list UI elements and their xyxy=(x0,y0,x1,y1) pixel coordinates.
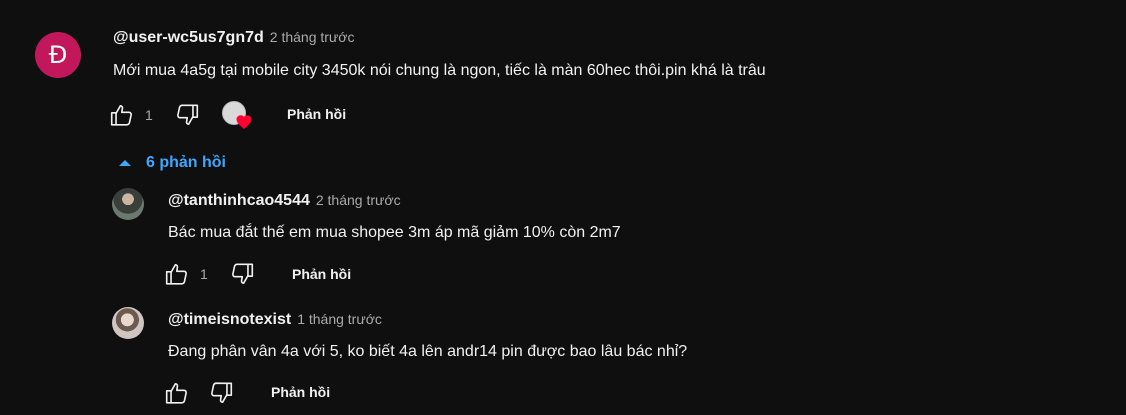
thumbs-up-icon xyxy=(165,382,187,404)
dislike-button[interactable] xyxy=(208,380,234,406)
author-avatar[interactable]: Đ xyxy=(35,32,81,78)
reply-timestamp[interactable]: 2 tháng trước xyxy=(316,192,401,208)
reply-text: Đang phân vân 4a với 5, ko biết 4a lên a… xyxy=(168,343,688,360)
comment-text: Mới mua 4a5g tại mobile city 3450k nói c… xyxy=(113,62,766,79)
heart-icon xyxy=(236,115,252,130)
like-count: 1 xyxy=(145,107,153,123)
caret-up-icon xyxy=(119,160,131,166)
thumbs-down-icon xyxy=(177,104,199,126)
reply-author[interactable]: @timeisnotexist xyxy=(168,311,291,329)
replies-toggle-label: 6 phản hồi xyxy=(146,154,226,171)
like-count: 1 xyxy=(200,266,208,282)
comment-timestamp[interactable]: 2 tháng trước xyxy=(270,29,355,45)
comment-header: @user-wc5us7gn7d 2 tháng trước xyxy=(113,29,354,47)
like-button[interactable] xyxy=(109,102,135,128)
reply-text: Bác mua đắt thế em mua shopee 3m áp mã g… xyxy=(168,224,621,241)
reply-button[interactable]: Phản hồi xyxy=(271,384,330,400)
creator-heart-badge xyxy=(222,101,254,131)
thumbs-up-icon xyxy=(165,263,187,285)
dislike-button[interactable] xyxy=(174,102,200,128)
reply-button[interactable]: Phản hồi xyxy=(287,106,346,122)
thumbs-down-icon xyxy=(211,382,233,404)
reply-button[interactable]: Phản hồi xyxy=(292,266,351,282)
reply-author[interactable]: @tanthinhcao4544 xyxy=(168,192,310,210)
thumbs-down-icon xyxy=(232,263,254,285)
like-button[interactable] xyxy=(164,380,190,406)
reply-header: @timeisnotexist 1 tháng trước xyxy=(168,311,382,329)
reply-avatar[interactable] xyxy=(112,188,144,220)
reply-header: @tanthinhcao4544 2 tháng trước xyxy=(168,192,401,210)
replies-toggle-button[interactable]: 6 phản hồi xyxy=(118,151,226,175)
thumbs-up-icon xyxy=(110,104,132,126)
like-button[interactable] xyxy=(164,261,190,287)
reply-avatar[interactable] xyxy=(112,307,144,339)
comment-author[interactable]: @user-wc5us7gn7d xyxy=(113,29,264,47)
dislike-button[interactable] xyxy=(229,261,255,287)
reply-timestamp[interactable]: 1 tháng trước xyxy=(297,311,382,327)
